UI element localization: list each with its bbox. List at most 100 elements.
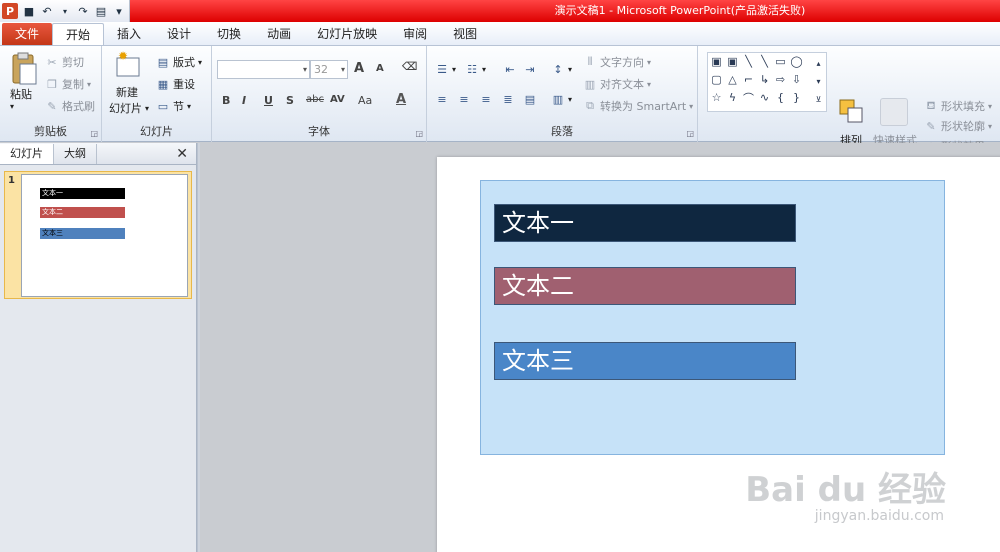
curve-shape-icon[interactable]: ∿ [758, 91, 771, 104]
shadow-button[interactable]: S [286, 94, 294, 107]
arrange-icon[interactable] [838, 98, 866, 129]
font-name-combo[interactable]: ▾ [217, 60, 310, 79]
redo-icon[interactable]: ↷ [76, 4, 90, 18]
columns-icon[interactable]: ▥ ▾ [551, 92, 572, 106]
tab-home[interactable]: 开始 [52, 23, 105, 45]
shape-outline-button[interactable]: ✎ 形状轮廓 ▾ [924, 118, 992, 134]
repeat-icon[interactable]: ▤ [94, 4, 108, 18]
section-button[interactable]: ▭ 节 ▾ [156, 98, 191, 114]
tab-slideshow[interactable]: 幻灯片放映 [304, 23, 390, 45]
font-launcher-icon[interactable]: ◲ [415, 129, 423, 138]
align-left-icon[interactable]: ≡ [435, 92, 449, 106]
convert-smartart-button[interactable]: ⧉ 转换为 SmartArt ▾ [583, 98, 693, 114]
char-spacing-button[interactable]: AV [330, 94, 345, 105]
left-brace-shape-icon[interactable]: { [774, 91, 787, 104]
align-text-button[interactable]: ▥ 对齐文本 ▾ [583, 76, 651, 92]
oval-shape-icon[interactable]: ◯ [790, 55, 803, 68]
undo-icon[interactable]: ↶ [40, 4, 54, 18]
copy-button[interactable]: ❐ 复制 ▾ [45, 76, 91, 92]
change-case-button[interactable]: Aa [358, 94, 372, 107]
tab-transitions[interactable]: 切换 [204, 23, 254, 45]
tab-file[interactable]: 文件 [2, 23, 52, 45]
tab-review[interactable]: 审阅 [390, 23, 440, 45]
gallery-more-icon[interactable]: ⊻ [812, 93, 825, 106]
close-panel-icon[interactable]: ✕ [176, 146, 188, 162]
slide-thumbnail-item[interactable]: 1 文本一 文本二 文本三 [4, 171, 192, 299]
triangle-shape-icon[interactable]: △ [726, 73, 739, 86]
paste-dropdown-icon[interactable]: ▾ [10, 102, 14, 111]
rounded-rect-shape-icon[interactable]: ▢ [710, 73, 723, 86]
textbox-2[interactable]: 文本二 [494, 267, 796, 305]
dialog-launcher-icon[interactable]: ◲ [90, 129, 98, 138]
tab-outline-panel[interactable]: 大纲 [54, 144, 97, 164]
group-selection-box[interactable]: 文本一 文本二 文本三 [480, 180, 945, 455]
shrink-font-button[interactable]: A [376, 63, 384, 74]
slides-label: 幻灯片 [140, 125, 173, 138]
powerpoint-logo-icon[interactable]: P [2, 3, 18, 19]
rectangle-shape-icon[interactable]: ▭ [774, 55, 787, 68]
vertical-textbox-shape-icon[interactable]: ▣ [726, 55, 739, 68]
tab-slides-panel[interactable]: 幻灯片 [0, 144, 54, 164]
bold-button[interactable]: B [222, 94, 230, 107]
line-shape-icon[interactable]: ╲ [758, 55, 771, 68]
paste-icon[interactable] [8, 52, 38, 86]
tab-view[interactable]: 视图 [440, 23, 490, 45]
line-spacing-icon[interactable]: ↕ ▾ [551, 62, 572, 76]
cut-button[interactable]: ✂ 剪切 [45, 54, 84, 70]
bullets-icon[interactable]: ☰ ▾ [435, 62, 456, 76]
new-slide-icon[interactable]: ✹ [114, 49, 142, 83]
italic-button[interactable]: I [242, 94, 246, 107]
decrease-indent-icon[interactable]: ⇤ [503, 62, 517, 76]
tab-insert[interactable]: 插入 [104, 23, 154, 45]
paste-button[interactable]: 粘贴 [10, 86, 32, 102]
shape-fill-button[interactable]: ⛾ 形状填充 ▾ [924, 98, 993, 114]
text-direction-button[interactable]: ⫴ 文字方向 ▾ [583, 54, 651, 70]
right-arrow-shape-icon[interactable]: ⇨ [774, 73, 787, 86]
increase-indent-icon[interactable]: ⇥ [523, 62, 537, 76]
slide-thumbnail[interactable]: 文本一 文本二 文本三 [21, 174, 188, 297]
textbox-shape-icon[interactable]: ▣ [710, 55, 723, 68]
textbox-1[interactable]: 文本一 [494, 204, 796, 242]
line-shape-icon[interactable]: ╲ [742, 55, 755, 68]
down-arrow-shape-icon[interactable]: ⇩ [790, 73, 803, 86]
new-slide-button[interactable]: 新建 [116, 84, 138, 100]
numbering-icon[interactable]: ☷ ▾ [465, 62, 486, 76]
layout-button[interactable]: ▤ 版式 ▾ [156, 54, 202, 70]
reset-button[interactable]: ▦ 重设 [156, 76, 195, 92]
tab-animations[interactable]: 动画 [254, 23, 304, 45]
align-right-icon[interactable]: ≡ [479, 92, 493, 106]
align-center-icon[interactable]: ≡ [457, 92, 471, 106]
font-size-combo[interactable]: 32 ▾ [310, 60, 348, 79]
svg-text:✹: ✹ [118, 50, 128, 63]
font-color-button[interactable]: A [396, 92, 406, 107]
textbox-3[interactable]: 文本三 [494, 342, 796, 380]
font-group: ▾ 32 ▾ A A ⌫ B I U S abc AV Aa A 字体 ◲ [212, 46, 427, 142]
underline-button[interactable]: U [264, 94, 273, 107]
dropdown-icon[interactable]: ▾ [58, 4, 72, 18]
save-icon[interactable]: ■ [22, 4, 36, 18]
elbow-connector-icon[interactable]: ⌐ [742, 73, 755, 86]
quick-styles-icon[interactable] [880, 98, 908, 126]
elbow-arrow-icon[interactable]: ↳ [758, 73, 771, 86]
justify-icon[interactable]: ≣ [501, 92, 515, 106]
tab-design[interactable]: 设计 [154, 23, 204, 45]
lightning-shape-icon[interactable]: ϟ [726, 91, 739, 104]
new-slide-dropdown[interactable]: 幻灯片 ▾ [109, 100, 149, 116]
clear-format-icon[interactable]: ⌫ [402, 60, 418, 73]
gallery-up-icon[interactable]: ▴ [812, 57, 825, 70]
arc-shape-icon[interactable]: ⌒ [742, 91, 755, 105]
right-brace-shape-icon[interactable]: } [790, 91, 803, 104]
baidu-watermark-url: jingyan.baidu.com [814, 508, 944, 524]
distribute-icon[interactable]: ▤ [523, 92, 537, 106]
thumb-textbox-1: 文本一 [40, 188, 125, 199]
format-painter-button[interactable]: ✎ 格式刷 [45, 98, 95, 114]
paragraph-launcher-icon[interactable]: ◲ [686, 129, 694, 138]
strikethrough-button[interactable]: abc [306, 94, 324, 105]
grow-font-button[interactable]: A [354, 61, 364, 76]
shapes-gallery[interactable]: ▣ ▣ ╲ ╲ ▭ ◯ ▢ △ ⌐ ↳ ⇨ ⇩ ☆ ϟ ⌒ ∿ { } ▴ ▾ … [707, 52, 827, 112]
slide-number: 1 [8, 175, 15, 186]
gallery-down-icon[interactable]: ▾ [812, 75, 825, 88]
star-shape-icon[interactable]: ☆ [710, 91, 723, 104]
customize-toolbar-icon[interactable]: ▾ [112, 4, 126, 18]
font-label: 字体 [308, 125, 330, 138]
